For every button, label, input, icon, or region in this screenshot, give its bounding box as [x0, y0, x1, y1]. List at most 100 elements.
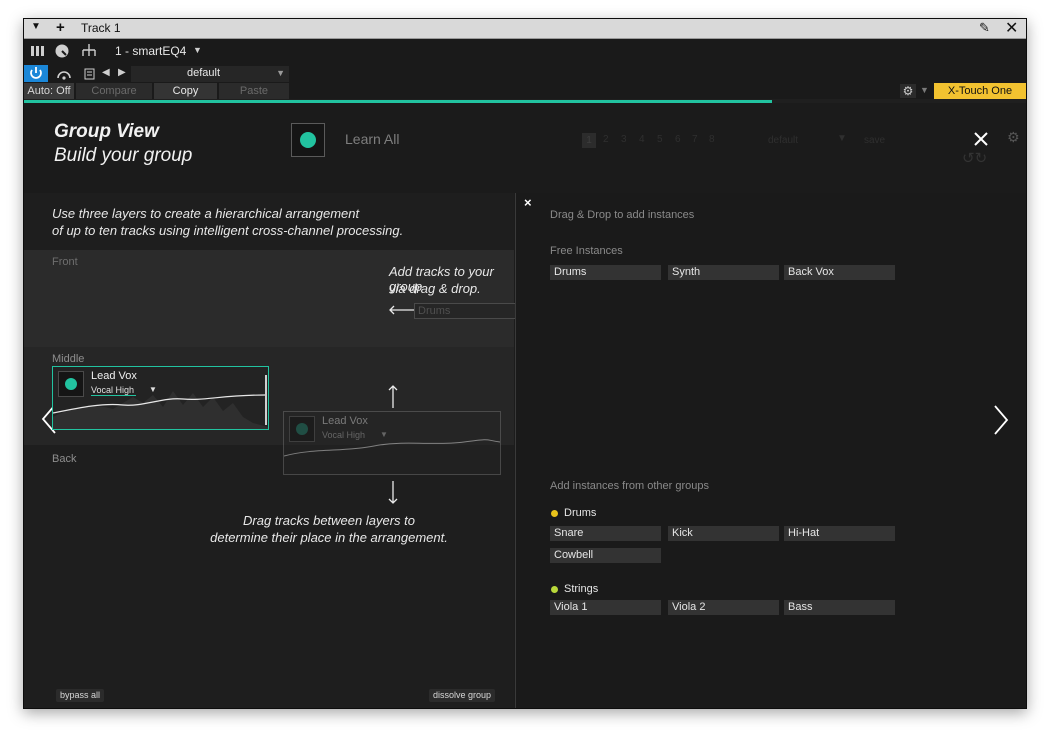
sidechain-icon[interactable] [55, 66, 73, 82]
preset-select[interactable]: default ▼ [131, 66, 289, 82]
arrow-left-icon [389, 305, 415, 315]
learn-indicator [300, 132, 316, 148]
group-color-dot [551, 586, 558, 593]
page-number[interactable]: 3 [621, 134, 627, 145]
bypass-all-button[interactable]: bypass all [56, 689, 105, 702]
instances-panel: × Drag & Drop to add instances Free Inst… [515, 193, 1026, 708]
hint-drag-line2: determine their place in the arrangement… [210, 530, 448, 545]
chevron-right-icon[interactable] [991, 404, 1011, 436]
learn-all-toggle[interactable] [291, 123, 325, 157]
group-instance-chip[interactable]: Cowbell [550, 548, 661, 563]
layers-panel: Use three layers to create a hierarchica… [24, 193, 525, 708]
chevron-down-icon[interactable]: ▼ [31, 21, 41, 32]
page-number[interactable]: 2 [603, 134, 609, 145]
next-preset-icon[interactable]: ▶ [118, 67, 126, 78]
arrow-down-icon [388, 481, 398, 504]
copy-button[interactable]: Copy [154, 83, 217, 99]
plugin-name[interactable]: 1 - smartEQ4 [115, 44, 186, 58]
ghost-track-card: Lead Vox Vocal High ▼ [283, 411, 501, 475]
ghost-track-indicator [296, 423, 308, 435]
dissolve-group-button[interactable]: dissolve group [429, 689, 496, 702]
ghost-track-name: Lead Vox [322, 415, 368, 427]
group-view-header: Group View Build your group Learn All 1 … [24, 103, 1026, 193]
power-button[interactable] [24, 65, 48, 82]
layer-front-label: Front [52, 256, 78, 268]
device-badge[interactable]: X-Touch One [934, 83, 1026, 99]
auto-off-button[interactable]: Auto: Off [24, 83, 74, 99]
preset-value: default [186, 67, 221, 79]
ghost-track-toggle [289, 416, 315, 442]
compare-bar: Auto: Off Compare Copy Paste ⚙ ▼ X-Touch… [24, 83, 1026, 99]
track-card-lead-vox[interactable]: Lead Vox Vocal High ▼ [52, 366, 269, 430]
learn-all-label[interactable]: Learn All [345, 131, 399, 147]
page-number[interactable]: 1 [582, 133, 596, 148]
chevron-down-icon[interactable]: ▼ [193, 45, 202, 55]
page-number[interactable]: 6 [675, 134, 681, 145]
layer-back-label: Back [52, 453, 77, 465]
group-name: Drums [564, 507, 597, 519]
close-icon[interactable]: × [524, 195, 532, 210]
undo-icon: ↺↻ [962, 150, 988, 167]
page-title: Group View [54, 121, 159, 142]
group-instance-chip[interactable]: Viola 2 [668, 600, 779, 615]
hint-add-line2: via drag & drop. [389, 281, 481, 296]
window-title-bar: ▼ + Track 1 ✎ ✕ [24, 19, 1026, 39]
group-instance-chip[interactable]: Hi-Hat [784, 526, 895, 541]
compare-button[interactable]: Compare [76, 83, 152, 99]
free-instance-chip[interactable]: Drums [550, 265, 661, 280]
layer-back[interactable]: Back [24, 445, 514, 708]
preset-menu-icon[interactable] [84, 68, 96, 80]
free-instance-chip[interactable]: Back Vox [784, 265, 895, 280]
gear-icon[interactable]: ⚙ [900, 84, 916, 98]
other-groups-title: Add instances from other groups [550, 480, 709, 492]
chevron-down-icon: ▼ [276, 68, 285, 78]
prev-preset-icon[interactable]: ◀ [102, 67, 110, 78]
paste-button[interactable]: Paste [219, 83, 289, 99]
group-instance-chip[interactable]: Kick [668, 526, 779, 541]
ghost-save: save [864, 135, 886, 146]
group-instance-chip[interactable]: Bass [784, 600, 895, 615]
plugin-toolbar: 1 - smartEQ4 ▼ [24, 39, 1026, 65]
track-enable-toggle[interactable] [58, 371, 84, 397]
page-number[interactable]: 5 [657, 134, 663, 145]
intro-text-line1: Use three layers to create a hierarchica… [52, 206, 360, 221]
dnd-hint: Drag & Drop to add instances [550, 209, 695, 221]
plugin-content: Group View Build your group Learn All 1 … [24, 103, 1026, 708]
ghost-preset: default [768, 135, 799, 146]
rack-icon[interactable] [30, 44, 46, 58]
chevron-down-icon[interactable]: ▼ [920, 85, 929, 95]
ghost-drag-chip: Drums [414, 303, 525, 319]
pin-icon[interactable]: ✎ [979, 20, 990, 36]
group-instance-chip[interactable]: Viola 1 [550, 600, 661, 615]
track-spectrum [53, 375, 268, 429]
free-instances-title: Free Instances [550, 245, 623, 257]
intro-text-line2: of up to ten tracks using intelligent cr… [52, 223, 404, 238]
close-icon[interactable]: ✕ [1005, 19, 1018, 38]
track-name: Lead Vox [91, 370, 137, 382]
chevron-down-icon: ▼ [380, 430, 388, 439]
track-indicator [65, 378, 77, 390]
page-number[interactable]: 7 [692, 134, 698, 145]
group-instance-chip[interactable]: Snare [550, 526, 661, 541]
add-icon[interactable]: + [56, 19, 65, 36]
chevron-down-icon: ▼ [837, 133, 847, 144]
routing-icon[interactable] [80, 42, 98, 60]
chevron-down-icon[interactable]: ▼ [149, 385, 157, 394]
track-profile-select[interactable]: Vocal High [91, 385, 137, 396]
hint-drag-line1: Drag tracks between layers to [243, 513, 415, 528]
page-subtitle: Build your group [54, 145, 193, 166]
arrow-up-icon [388, 385, 398, 408]
page-number[interactable]: 4 [639, 134, 645, 145]
page-number[interactable]: 8 [709, 134, 715, 145]
preset-bar: ◀ ▶ default ▼ [24, 65, 1026, 83]
plugin-window: ▼ + Track 1 ✎ ✕ 1 - smartEQ4 ▼ ◀ ▶ defau… [23, 18, 1027, 709]
ghost-track-curve [284, 439, 500, 457]
group-color-dot [551, 510, 558, 517]
group-name: Strings [564, 583, 599, 595]
free-instance-chip[interactable]: Synth [668, 265, 779, 280]
settings-icon[interactable]: ⚙ [1007, 129, 1020, 146]
ghost-track-profile: Vocal High [322, 430, 366, 440]
layer-middle-label: Middle [52, 353, 85, 365]
close-icon[interactable] [973, 131, 989, 147]
dial-icon[interactable] [54, 43, 70, 59]
